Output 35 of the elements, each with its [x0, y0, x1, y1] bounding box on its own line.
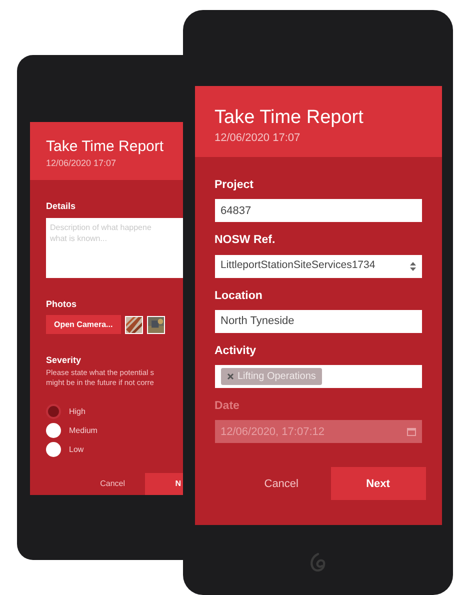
screen-title: Take Time Report [46, 138, 165, 157]
field-value: 64837 [220, 204, 252, 218]
radio-label: Medium [69, 424, 98, 437]
radio-button[interactable] [46, 404, 61, 420]
field-label: Location [214, 288, 264, 304]
updown-icon [410, 262, 416, 270]
next-button[interactable]: N [145, 473, 183, 495]
input-field[interactable]: North Tyneside [214, 310, 422, 333]
open-camera-button[interactable]: Open Camera... [46, 315, 121, 334]
field-label: Photos [46, 298, 78, 310]
field-label: Details [46, 200, 77, 213]
date-subtitle: 12/06/2020 17:07 [214, 130, 302, 146]
screen-title: Take Time Report [214, 106, 364, 130]
logo-icon [308, 551, 328, 573]
radio-button[interactable] [46, 423, 61, 438]
close-icon[interactable] [226, 373, 234, 380]
calendar-icon [406, 428, 416, 436]
field-value: LittleportStationSiteServices1734 [220, 258, 376, 274]
cancel-button[interactable]: Cancel [80, 478, 145, 490]
field-value: 12/06/2020, 17:07:12 [220, 424, 324, 440]
radio-button[interactable] [46, 442, 61, 458]
radio-label: High [69, 406, 86, 418]
field-label: NOSW Ref. [214, 233, 276, 248]
date-subtitle: 12/06/2020 17:07 [46, 156, 118, 170]
field-value: North Tyneside [220, 314, 294, 329]
next-button[interactable]: Next [330, 467, 426, 500]
field-label: Severity [46, 354, 82, 367]
field-label: Activity [214, 344, 258, 359]
field-label: Project [214, 178, 254, 193]
input-field[interactable]: 64837 [214, 199, 422, 222]
select-field[interactable]: LittleportStationSiteServices1734 [214, 254, 422, 278]
field-label: Date [214, 399, 240, 414]
cancel-button[interactable]: Cancel [232, 476, 330, 492]
radio-label: Low [69, 444, 84, 456]
tag-chip: Lifting Operations [220, 368, 322, 385]
